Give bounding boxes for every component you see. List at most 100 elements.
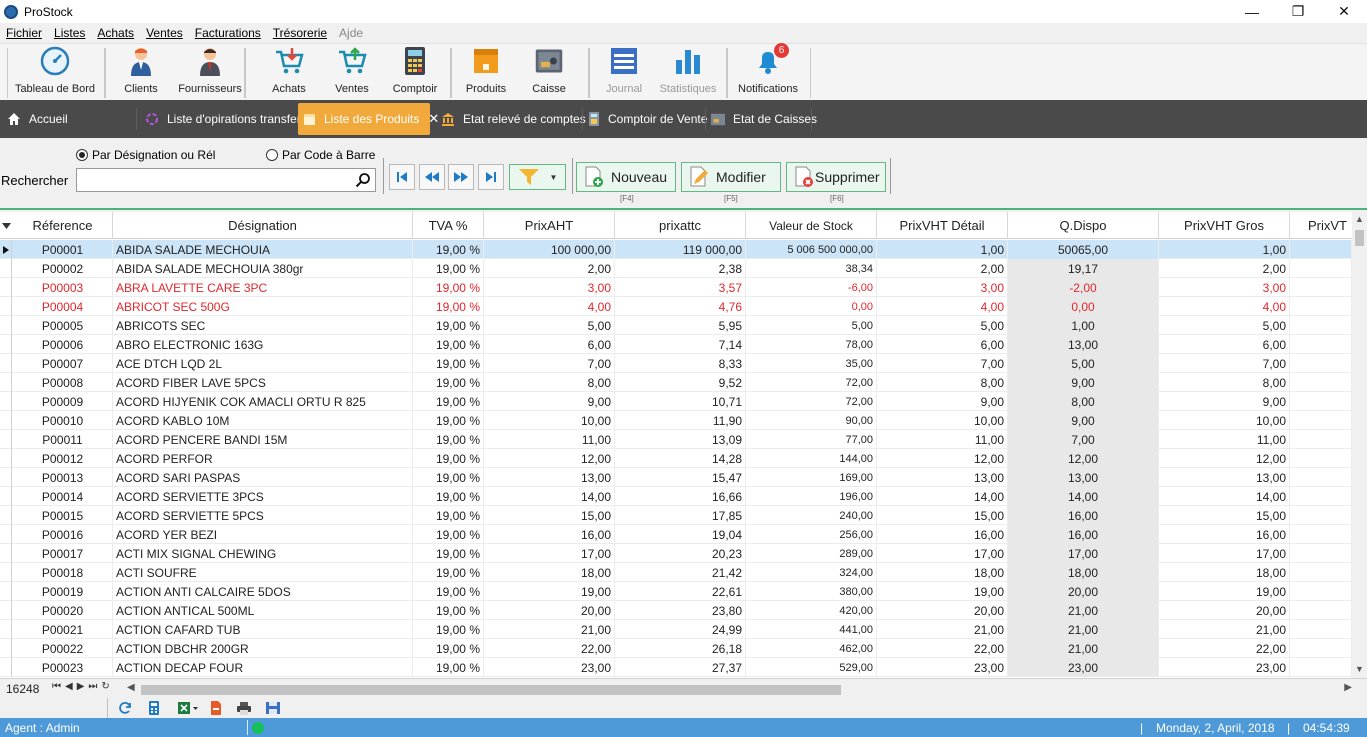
close-window-button[interactable]: ✕ [1321,0,1367,23]
save-disk-icon[interactable] [264,700,282,716]
cell-prixaht[interactable]: 21,00 [484,620,615,639]
cell-valeur-stock[interactable]: 78,00 [746,335,877,354]
cell-prixattc[interactable]: 4,76 [615,297,746,316]
cell-qdispo[interactable]: 1,00 [1008,316,1159,335]
achats-button[interactable]: Achats [270,46,308,96]
cell-prixaht[interactable]: 2,00 [484,259,615,278]
cell-valeur-stock[interactable]: 38,34 [746,259,877,278]
table-row[interactable]: P00009 ACORD HIJYENIK COK AMACLI ORTU R 8… [0,392,1352,411]
cell-reference[interactable]: P00012 [13,449,113,468]
cell-prixvt[interactable] [1290,449,1352,468]
cell-reference[interactable]: P00006 [13,335,113,354]
cell-reference[interactable]: P00011 [13,430,113,449]
journal-button[interactable]: Journal [603,46,645,96]
cell-tva[interactable]: 19,00 % [413,658,484,677]
cell-prixvt[interactable] [1290,487,1352,506]
table-row[interactable]: P00013 ACORD SARI PASPAS 19,00 % 13,00 15,47… [0,468,1352,487]
cell-tva[interactable]: 19,00 % [413,240,484,259]
cell-qdispo[interactable]: 21,00 [1008,639,1159,658]
cell-qdispo[interactable]: 19,17 [1008,259,1159,278]
cell-valeur-stock[interactable]: 169,00 [746,468,877,487]
table-row[interactable]: P00004 ABRICOT SEC 500G 19,00 % 4,00 4,76 0,0… [0,297,1352,316]
cell-designation[interactable]: ACTION ANTICAL 500ML [113,601,413,620]
cell-tva[interactable]: 19,00 % [413,544,484,563]
cell-prixvht-detail[interactable]: 16,00 [877,525,1008,544]
cell-prixvht-gros[interactable]: 8,00 [1159,373,1290,392]
cell-prixaht[interactable]: 19,00 [484,582,615,601]
cell-reference[interactable]: P00017 [13,544,113,563]
row-indicator[interactable] [0,563,12,582]
nav-next-icon[interactable]: ▶ [77,681,85,692]
menu-achats[interactable]: Achats [91,26,140,40]
column-header-valeur-stock[interactable]: Valeur de Stock [746,212,877,239]
row-indicator[interactable] [0,582,12,601]
cell-valeur-stock[interactable]: 0,00 [746,297,877,316]
cell-prixvt[interactable] [1290,430,1352,449]
table-row[interactable]: P00003 ABRA LAVETTE CARE 3PC 19,00 % 3,00 3,… [0,278,1352,297]
cell-prixattc[interactable]: 26,18 [615,639,746,658]
cell-prixattc[interactable]: 13,09 [615,430,746,449]
column-header-prixaht[interactable]: PrixAHT [484,212,615,239]
close-tab-icon[interactable]: ✕ [428,111,439,127]
cell-tva[interactable]: 19,00 % [413,316,484,335]
cell-valeur-stock[interactable]: 35,00 [746,354,877,373]
cell-prixaht[interactable]: 16,00 [484,525,615,544]
cell-prixvht-detail[interactable]: 2,00 [877,259,1008,278]
row-indicator[interactable] [0,259,12,278]
cell-tva[interactable]: 19,00 % [413,525,484,544]
cell-prixvht-detail[interactable]: 13,00 [877,468,1008,487]
cell-prixvht-detail[interactable]: 12,00 [877,449,1008,468]
table-row[interactable]: P00022 ACTION DBCHR 200GR 19,00 % 22,00 26,1… [0,639,1352,658]
statistiques-button[interactable]: Statistiques [659,46,717,96]
cell-reference[interactable]: P00008 [13,373,113,392]
row-indicator[interactable] [0,354,12,373]
cell-prixvht-gros[interactable]: 23,00 [1159,658,1290,677]
cell-tva[interactable]: 19,00 % [413,487,484,506]
cell-prixvht-detail[interactable]: 20,00 [877,601,1008,620]
cell-prixaht[interactable]: 14,00 [484,487,615,506]
cell-prixattc[interactable]: 17,85 [615,506,746,525]
cell-reference[interactable]: P00016 [13,525,113,544]
cell-prixvht-detail[interactable]: 15,00 [877,506,1008,525]
cell-designation[interactable]: ACTI SOUFRE [113,563,413,582]
cell-prixvht-detail[interactable]: 22,00 [877,639,1008,658]
cell-tva[interactable]: 19,00 % [413,506,484,525]
cell-prixaht[interactable]: 7,00 [484,354,615,373]
cell-designation[interactable]: ACORD SARI PASPAS [113,468,413,487]
nouveau-button[interactable]: Nouveau [576,162,676,192]
search-icon[interactable] [355,172,371,191]
cell-prixvt[interactable] [1290,354,1352,373]
cell-valeur-stock[interactable]: 441,00 [746,620,877,639]
produits-button[interactable]: Produits [465,46,507,96]
cell-prixvht-gros[interactable]: 6,00 [1159,335,1290,354]
cell-qdispo[interactable]: 12,00 [1008,449,1159,468]
cell-prixattc[interactable]: 14,28 [615,449,746,468]
cell-designation[interactable]: ABRA LAVETTE CARE 3PC [113,278,413,297]
cell-prixvht-gros[interactable]: 18,00 [1159,563,1290,582]
cell-tva[interactable]: 19,00 % [413,563,484,582]
nav-prev-icon[interactable]: ◀ [65,681,73,692]
cell-qdispo[interactable]: 50065,00 [1008,240,1159,259]
cell-tva[interactable]: 19,00 % [413,582,484,601]
tab-comptoir-vente[interactable]: Comptoir de Vente [588,103,707,135]
cell-prixvht-gros[interactable]: 12,00 [1159,449,1290,468]
cell-prixvht-detail[interactable]: 23,00 [877,658,1008,677]
cell-prixattc[interactable]: 16,66 [615,487,746,506]
pdf-export-icon[interactable] [207,700,225,716]
ventes-button[interactable]: Ventes [332,46,372,96]
row-indicator[interactable] [0,449,12,468]
cell-prixvht-gros[interactable]: 4,00 [1159,297,1290,316]
cell-tva[interactable]: 19,00 % [413,411,484,430]
cell-qdispo[interactable]: 14,00 [1008,487,1159,506]
cell-prixvht-detail[interactable]: 1,00 [877,240,1008,259]
nav-first-icon[interactable]: ⏮ [52,681,61,692]
table-row[interactable]: P00002 ABIDA SALADE MECHOUIA 380gr 19,00 %… [0,259,1352,278]
next-record-button[interactable] [448,164,474,190]
cell-prixvt[interactable] [1290,240,1352,259]
cell-designation[interactable]: ABRICOT SEC 500G [113,297,413,316]
cell-prixvt[interactable] [1290,525,1352,544]
cell-prixvht-detail[interactable]: 21,00 [877,620,1008,639]
cell-tva[interactable]: 19,00 % [413,601,484,620]
table-row[interactable]: P00005 ABRICOTS SEC 19,00 % 5,00 5,95 5,00 5,0… [0,316,1352,335]
notifications-button[interactable]: 6 Notifications [737,43,799,96]
